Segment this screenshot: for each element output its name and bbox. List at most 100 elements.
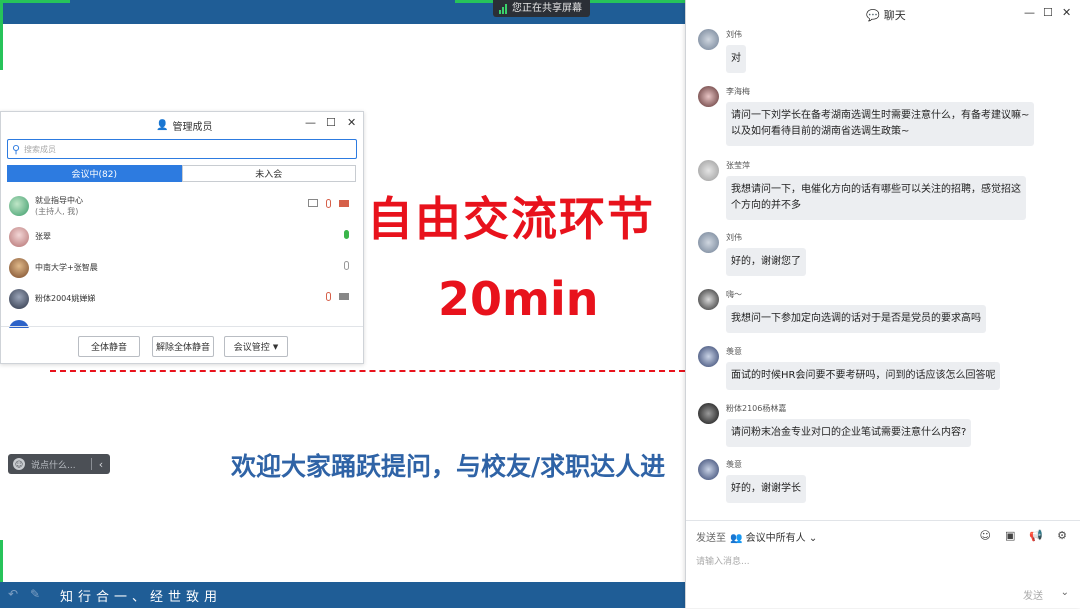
- folder-icon[interactable]: ▣: [1005, 529, 1015, 542]
- message-sender: 羡意: [726, 460, 742, 469]
- search-icon: ⚲: [11, 142, 21, 156]
- signal-icon: [499, 3, 507, 14]
- message-sender: 李海梅: [726, 87, 750, 96]
- member-tabs: 会议中(82) 未入会: [7, 165, 356, 182]
- mic-muted-icon[interactable]: [326, 292, 331, 301]
- message-sender: 羡意: [726, 347, 742, 356]
- chat-compose: 发送至 👥 会议中所有人 ⌄ ☺ ▣ 📢 ⚙ 请输入消息... 发送 ⌄: [686, 520, 1080, 609]
- message-input[interactable]: 请输入消息...: [696, 554, 750, 567]
- avatar: [9, 195, 29, 216]
- comment-box[interactable]: ☺ 说点什么... ‹: [8, 454, 110, 474]
- message-bubble: 请问一下刘学长在备考湖南选调生时需要注意什么，有备考建议嘛~ 以及如何看待目前的…: [726, 102, 1035, 146]
- chat-header: 💬 聊天 — ☐ ✕: [686, 0, 1080, 26]
- member-search-input[interactable]: ⚲ 搜索成员: [7, 139, 357, 159]
- message-text: 我想问一下参加定向选调的话对于是否是党员的要求高吗: [731, 313, 981, 324]
- member-row[interactable]: 粉体2004姚婵娣: [1, 283, 363, 314]
- meeting-control-button[interactable]: 会议管控 ▼: [224, 336, 288, 357]
- unmute-all-button[interactable]: 解除全体静音: [152, 336, 214, 357]
- emoji-icon[interactable]: ☺: [980, 529, 991, 542]
- avatar: [698, 346, 719, 367]
- member-controls: [344, 261, 349, 270]
- meeting-control-label: 会议管控: [233, 343, 270, 353]
- left-accent-top: [0, 0, 3, 70]
- chat-message-list[interactable]: 刘伟 对 李海梅 请问一下刘学长在备考湖南选调生时需要注意什么，有备考建议嘛~ …: [686, 26, 1080, 520]
- comment-placeholder: 说点什么...: [31, 460, 76, 471]
- slide-title: 自由交流环节: [367, 192, 655, 246]
- members-header: 👤 管理成员 — ☐ ✕: [1, 112, 363, 135]
- message-bubble: 面试的时候HR会问要不要考研吗，问到的话应该怎么回答呢: [726, 362, 1001, 390]
- message-text: 好的，谢谢您了: [731, 256, 801, 267]
- tab-in-meeting[interactable]: 会议中(82): [7, 165, 182, 182]
- chat-settings-icon[interactable]: ⚙: [1057, 529, 1067, 542]
- search-placeholder: 搜索成员: [24, 144, 56, 154]
- slide-motto: 知行合一、经世致用: [60, 590, 223, 605]
- member-controls: [344, 230, 349, 239]
- member-name: 张翠: [35, 232, 51, 241]
- send-to-selector[interactable]: 👥 会议中所有人 ⌄: [730, 529, 817, 544]
- avatar: [698, 29, 719, 50]
- minimize-icon[interactable]: —: [1024, 6, 1035, 19]
- avatar: [698, 459, 719, 480]
- avatar: [698, 232, 719, 253]
- minimize-icon[interactable]: —: [305, 116, 316, 129]
- message-sender: 刘伟: [726, 30, 742, 39]
- undo-icon[interactable]: ↶: [8, 587, 18, 601]
- tab-not-joined[interactable]: 未入会: [181, 165, 356, 182]
- megaphone-icon[interactable]: 📢: [1029, 529, 1043, 542]
- message-text: 请问粉末冶金专业对口的企业笔试需要注意什么内容?: [731, 427, 967, 438]
- message-text: 个方向的并不多: [731, 200, 801, 211]
- avatar: [698, 160, 719, 181]
- maximize-icon[interactable]: ☐: [326, 116, 336, 129]
- chat-title-text: 聊天: [883, 9, 906, 22]
- slide-time: 20min: [438, 272, 599, 326]
- send-options-icon[interactable]: ⌄: [1061, 587, 1069, 598]
- message-text: 对: [731, 53, 741, 64]
- dropdown-icon: ▼: [272, 342, 279, 351]
- member-name-block: 就业指导中心 (主持人, 我): [35, 195, 83, 217]
- user-icon: 👤: [156, 120, 169, 131]
- mic-icon[interactable]: [344, 261, 349, 270]
- close-icon[interactable]: ✕: [347, 116, 356, 129]
- member-role: (主持人, 我): [35, 206, 79, 216]
- message-sender: 张莹萍: [726, 161, 750, 170]
- mic-on-icon[interactable]: [344, 230, 349, 239]
- close-icon[interactable]: ✕: [1062, 6, 1071, 19]
- message-bubble: 我想问一下参加定向选调的话对于是否是党员的要求高吗: [726, 305, 986, 333]
- collapse-icon[interactable]: ‹: [92, 458, 110, 471]
- member-row[interactable]: 张翠: [1, 221, 363, 252]
- camera-icon[interactable]: [339, 293, 349, 300]
- member-controls: [326, 292, 349, 301]
- chevron-down-icon: ⌄: [808, 533, 818, 544]
- member-row[interactable]: 中南大学+张智晨: [1, 252, 363, 283]
- avatar: [698, 289, 719, 310]
- share-badge-label: 您正在共享屏幕: [512, 3, 582, 14]
- send-to-label: 发送至: [696, 533, 726, 544]
- pen-icon[interactable]: ✎: [30, 587, 40, 601]
- send-to-row: 发送至 👥 会议中所有人 ⌄: [696, 529, 817, 544]
- message-text: 以及如何看待目前的湖南省选调生政策~: [731, 126, 910, 137]
- message-text: 请问一下刘学长在备考湖南选调生时需要注意什么，有备考建议嘛~: [731, 110, 1030, 121]
- member-row[interactable]: 就业指导中心 (主持人, 我): [1, 190, 363, 221]
- mute-all-button[interactable]: 全体静音: [78, 336, 140, 357]
- camera-off-icon[interactable]: [339, 200, 349, 207]
- maximize-icon[interactable]: ☐: [1043, 6, 1053, 19]
- message-sender: 刘伟: [726, 233, 742, 242]
- avatar: [9, 257, 29, 278]
- send-button[interactable]: 发送: [1023, 587, 1043, 602]
- screen-share-badge[interactable]: 您正在共享屏幕: [493, 0, 590, 17]
- emoji-icon[interactable]: ☺: [13, 458, 25, 470]
- message-sender: 粉体2106杨林嘉: [726, 404, 787, 413]
- left-accent-bottom: [0, 540, 3, 585]
- avatar: [9, 288, 29, 309]
- member-name: 粉体2004姚婵娣: [35, 294, 96, 303]
- bottom-bar: ↶ ✎ 知行合一、经世致用: [0, 582, 685, 608]
- member-name: 就业指导中心: [35, 195, 83, 205]
- avatar: [698, 403, 719, 424]
- mic-muted-icon[interactable]: [326, 199, 331, 208]
- message-text: 好的，谢谢学长: [731, 483, 801, 494]
- chat-panel: 💬 聊天 — ☐ ✕ 刘伟 对 李海梅 请问一下刘学长在备考湖南选调生时需要注意…: [685, 0, 1080, 608]
- slide-welcome-text: 欢迎大家踊跃提问，与校友/求职达人进: [231, 452, 666, 481]
- screen-share-icon[interactable]: [308, 199, 318, 207]
- avatar: [698, 86, 719, 107]
- message-bubble: 请问粉末冶金专业对口的企业笔试需要注意什么内容?: [726, 419, 972, 447]
